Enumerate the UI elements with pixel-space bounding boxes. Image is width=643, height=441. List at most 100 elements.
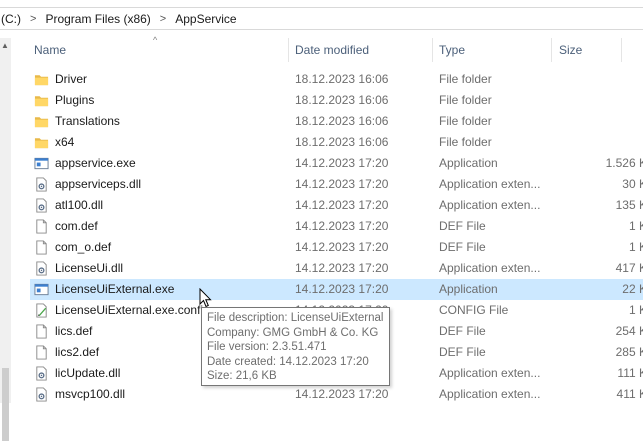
breadcrumb-folder-program-files[interactable]: Program Files (x86) <box>45 12 150 26</box>
dll-icon <box>34 261 49 276</box>
file-type: File folder <box>439 72 492 86</box>
dll-icon <box>34 177 49 192</box>
tooltip-company: Company: GMG GmbH & Co. KG <box>207 326 379 339</box>
file-type: Application exten... <box>439 387 541 401</box>
file-size <box>595 90 643 111</box>
file-type: Application <box>439 156 498 170</box>
dll-icon <box>34 387 49 402</box>
file-date-modified: 18.12.2023 16:06 <box>295 135 389 149</box>
column-header-name[interactable]: Name <box>34 38 66 62</box>
nav-pane-scrollbar[interactable]: ▲ <box>0 38 11 441</box>
file-name: atl100.dll <box>55 198 104 212</box>
column-header-row: Name Date modified Type Size <box>28 38 643 62</box>
file-type: Application exten... <box>439 198 541 212</box>
file-name: LicenseUiExternal.exe.config <box>55 303 210 317</box>
file-row[interactable]: Plugins 18.12.2023 16:06 File folder <box>30 90 643 111</box>
file-size: 254 KB <box>615 324 643 338</box>
file-size: 1.526 KB <box>605 156 643 170</box>
file-info-tooltip: File description: LicenseUiExternal Comp… <box>201 307 390 386</box>
file-date-modified: 14.12.2023 17:20 <box>295 387 389 401</box>
file-icon <box>34 219 49 234</box>
file-type: DEF File <box>439 345 486 359</box>
file-size: 111 KB <box>617 366 643 380</box>
file-size: 1 KB <box>628 303 643 317</box>
file-row[interactable]: appserviceps.dll 14.12.2023 17:20 Applicat… <box>30 174 643 195</box>
file-row[interactable]: appservice.exe 14.12.2023 17:20 Applicatio… <box>30 153 643 174</box>
column-divider[interactable] <box>551 38 552 62</box>
file-name: x64 <box>55 135 75 149</box>
config-file-icon <box>34 303 49 318</box>
column-header-date[interactable]: Date modified <box>295 38 369 62</box>
breadcrumb-drive[interactable]: (C:) <box>1 12 21 26</box>
file-row[interactable]: LicenseUi.dll 14.12.2023 17:20 Application… <box>30 258 643 279</box>
folder-icon <box>34 72 49 87</box>
breadcrumb-chevron-icon[interactable]: > <box>160 13 166 25</box>
file-row[interactable]: atl100.dll 14.12.2023 17:20 Application ex… <box>30 195 643 216</box>
file-date-modified: 14.12.2023 17:20 <box>295 177 389 191</box>
column-header-size[interactable]: Size <box>559 38 582 62</box>
file-date-modified: 14.12.2023 17:20 <box>295 219 389 233</box>
file-name: LicenseUiExternal.exe <box>55 282 175 296</box>
column-divider[interactable] <box>288 38 289 62</box>
file-type: Application exten... <box>439 177 541 191</box>
file-name: appserviceps.dll <box>55 177 142 191</box>
file-date-modified: 18.12.2023 16:06 <box>295 72 389 86</box>
file-size: 1 KB <box>628 240 643 254</box>
file-row[interactable]: Translations 18.12.2023 16:06 File folder <box>30 111 643 132</box>
file-type: Application <box>439 282 498 296</box>
file-size: 285 KB <box>615 345 643 359</box>
file-type: File folder <box>439 93 492 107</box>
file-size: 30 KB <box>622 177 643 191</box>
file-type: File folder <box>439 135 492 149</box>
file-row[interactable]: msvcp100.dll 14.12.2023 17:20 Application … <box>30 384 643 405</box>
file-row[interactable]: Driver 18.12.2023 16:06 File folder <box>30 69 643 90</box>
file-date-modified: 14.12.2023 17:20 <box>295 261 389 275</box>
column-divider[interactable] <box>621 38 622 62</box>
folder-icon <box>34 93 49 108</box>
file-name: Driver <box>55 72 87 86</box>
scroll-up-arrow-icon[interactable]: ▲ <box>1 42 9 50</box>
file-name: msvcp100.dll <box>55 387 126 401</box>
breadcrumb-chevron-icon[interactable]: > <box>30 13 36 25</box>
file-type: CONFIG File <box>439 303 509 317</box>
file-type: DEF File <box>439 324 486 338</box>
file-name: Plugins <box>55 93 95 107</box>
file-type: DEF File <box>439 219 486 233</box>
file-name: appservice.exe <box>55 156 136 170</box>
tooltip-version: File version: 2.3.51.471 <box>207 341 327 353</box>
column-divider[interactable] <box>432 38 433 62</box>
file-size <box>595 111 643 132</box>
file-date-modified: 14.12.2023 17:20 <box>295 282 389 296</box>
file-row[interactable]: x64 18.12.2023 16:06 File folder <box>30 132 643 153</box>
dll-icon <box>34 198 49 213</box>
file-row[interactable]: com_o.def 14.12.2023 17:20 DEF File 1 KB <box>30 237 643 258</box>
scrollbar-thumb[interactable] <box>2 368 9 441</box>
column-header-type[interactable]: Type <box>439 38 465 62</box>
tooltip-description: File description: LicenseUiExternal <box>207 312 384 324</box>
file-date-modified: 14.12.2023 17:20 <box>295 198 389 212</box>
application-icon <box>34 156 49 171</box>
file-icon <box>34 240 49 255</box>
file-size <box>595 132 643 153</box>
file-row[interactable]: com.def 14.12.2023 17:20 DEF File 1 KB <box>30 216 643 237</box>
file-name: com_o.def <box>55 240 112 254</box>
file-name: LicenseUi.dll <box>55 261 124 275</box>
file-type: Application exten... <box>439 261 541 275</box>
application-icon <box>34 282 49 297</box>
file-size: 1 KB <box>628 219 643 233</box>
folder-icon <box>34 114 49 129</box>
file-icon <box>34 324 49 339</box>
file-type: File folder <box>439 114 492 128</box>
file-date-modified: 18.12.2023 16:06 <box>295 114 389 128</box>
address-bar[interactable]: (C:) > Program Files (x86) > AppService <box>0 7 643 30</box>
file-row[interactable]: LicenseUiExternal.exe 14.12.2023 17:20 App… <box>30 279 643 300</box>
file-name: lics.def <box>55 324 93 338</box>
file-date-modified: 14.12.2023 17:20 <box>295 240 389 254</box>
file-date-modified: 14.12.2023 17:20 <box>295 156 389 170</box>
file-size: 417 KB <box>615 261 643 275</box>
file-date-modified: 18.12.2023 16:06 <box>295 93 389 107</box>
folder-icon <box>34 135 49 150</box>
breadcrumb-folder-appservice[interactable]: AppService <box>175 12 236 26</box>
file-name: lics2.def <box>55 345 100 359</box>
file-type: DEF File <box>439 240 486 254</box>
